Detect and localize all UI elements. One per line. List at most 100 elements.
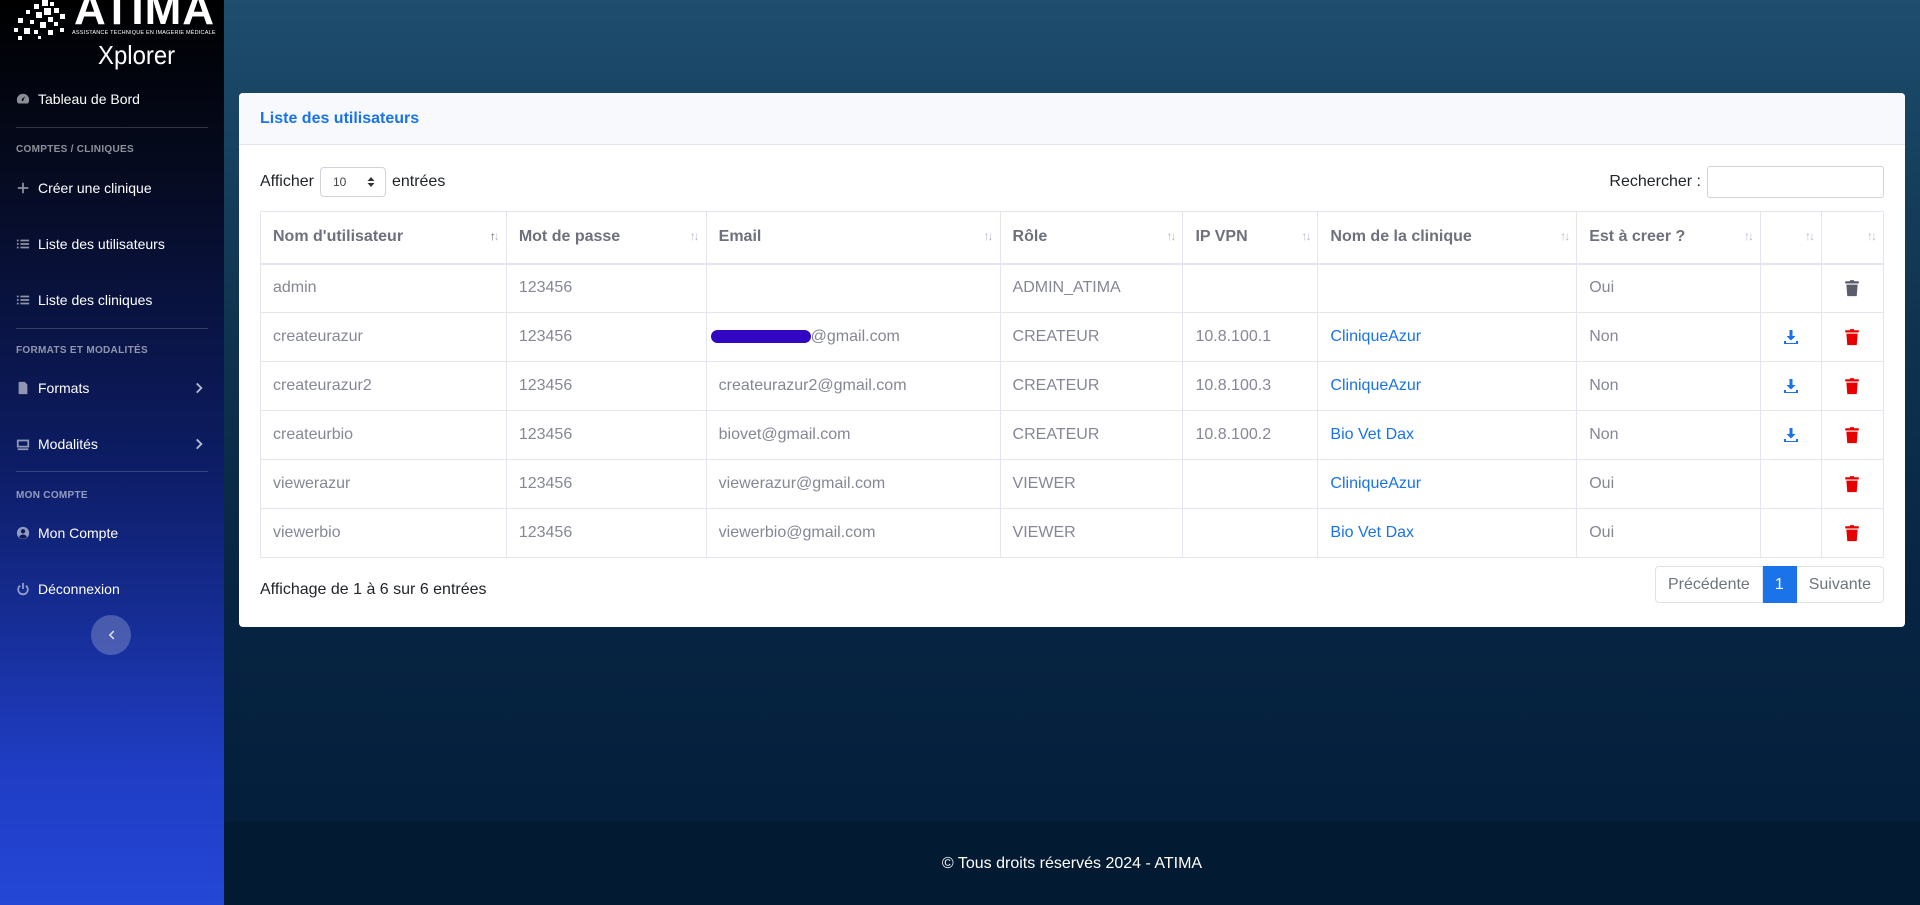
download-icon[interactable] <box>1783 426 1799 444</box>
list-icon <box>16 295 30 305</box>
brand-product: Xplorer <box>98 40 176 70</box>
cell-clinic[interactable]: CliniqueAzur <box>1317 312 1578 362</box>
list-icon <box>16 239 30 249</box>
cell-ip <box>1182 263 1319 313</box>
trash-icon[interactable] <box>1844 279 1860 297</box>
entries-label: entrées <box>391 173 446 190</box>
cell-username: createurbio <box>260 410 507 460</box>
cell-delete <box>1820 410 1885 460</box>
trash-icon[interactable] <box>1844 426 1860 444</box>
cell-to-create: Oui <box>1576 459 1762 509</box>
cell-username: createurazur <box>260 312 507 362</box>
cell-clinic[interactable]: Bio Vet Dax <box>1317 410 1578 460</box>
cell-delete <box>1820 508 1885 558</box>
sort-icon: ↑↓ <box>1804 229 1815 243</box>
table-row: createurazur2 123456 createurazur2@gmail… <box>260 361 1885 411</box>
cell-clinic[interactable]: Bio Vet Dax <box>1317 508 1578 558</box>
cell-email: biovet@gmail.com <box>705 410 1001 460</box>
cell-ip <box>1182 508 1319 558</box>
cell-password: 123456 <box>505 263 707 313</box>
sidebar-item-dashboard[interactable]: Tableau de Bord <box>16 91 140 107</box>
column-header-clinic[interactable]: Nom de la clinique ↑↓ <box>1317 211 1578 265</box>
plus-icon <box>17 182 29 194</box>
sort-icon: ↑↓ <box>983 229 994 243</box>
sidebar-item-clinic-list[interactable]: Liste des cliniques <box>16 292 152 308</box>
cell-role: CREATEUR <box>999 312 1184 362</box>
sidebar-item-formats[interactable]: Formats <box>16 380 208 396</box>
cell-clinic[interactable]: CliniqueAzur <box>1317 361 1578 411</box>
search-input[interactable] <box>1707 166 1884 198</box>
table-row: createurazur 123456 @gmail.com CREATEUR … <box>260 312 1885 362</box>
page-length-control: Afficher 10 entrées <box>260 166 445 198</box>
sidebar-item-label: Mon Compte <box>38 525 119 541</box>
show-label: Afficher <box>260 173 314 190</box>
column-header-email[interactable]: Email ↑↓ <box>705 211 1001 265</box>
trash-icon[interactable] <box>1844 524 1860 542</box>
column-header-password[interactable]: Mot de passe ↑↓ <box>505 211 707 265</box>
brand-name: ATIMA <box>74 0 216 34</box>
pagination: Précédente 1 Suivante <box>1654 566 1884 603</box>
cell-email: viewerbio@gmail.com <box>705 508 1001 558</box>
column-header-username[interactable]: Nom d'utilisateur ↑↓ <box>260 211 507 265</box>
sidebar-divider <box>16 127 208 128</box>
table-row: admin 123456 ADMIN_ATIMA Oui <box>260 263 1885 313</box>
cell-delete <box>1820 361 1885 411</box>
download-icon[interactable] <box>1783 377 1799 395</box>
cell-password: 123456 <box>505 312 707 362</box>
cell-ip: 10.8.100.3 <box>1182 361 1319 411</box>
trash-icon[interactable] <box>1844 377 1860 395</box>
pagination-previous-button[interactable]: Précédente <box>1654 566 1763 603</box>
sort-icon: ↑↓ <box>1867 229 1877 243</box>
cell-ip: 10.8.100.2 <box>1182 410 1319 460</box>
cell-clinic[interactable]: CliniqueAzur <box>1317 459 1578 509</box>
column-header-ip-vpn[interactable]: IP VPN ↑↓ <box>1182 211 1319 265</box>
sidebar-heading-accounts: COMPTES / CLINIQUES <box>16 144 134 155</box>
chevron-left-icon <box>108 630 115 640</box>
tachometer-icon <box>16 93 30 104</box>
cell-username: admin <box>260 263 507 313</box>
sidebar-item-my-account[interactable]: Mon Compte <box>16 525 118 541</box>
sidebar-item-logout[interactable]: Déconnexion <box>16 581 120 597</box>
sidebar-item-create-clinic[interactable]: Créer une clinique <box>16 180 152 196</box>
cell-email: viewerazur@gmail.com <box>705 459 1001 509</box>
pagination-next-button[interactable]: Suivante <box>1796 566 1884 603</box>
search-label: Rechercher : <box>1609 173 1701 190</box>
sort-icon: ↑↓ <box>489 229 500 243</box>
sidebar-item-user-list[interactable]: Liste des utilisateurs <box>16 236 165 252</box>
sidebar-item-modalities[interactable]: Modalités <box>16 436 208 452</box>
table-info: Affichage de 1 à 6 sur 6 entrées <box>260 581 487 598</box>
pagination-page-1[interactable]: 1 <box>1762 566 1797 603</box>
brand-logo[interactable]: ATIMA ASSISTANCE TECHNIQUE EN IMAGERIE M… <box>0 0 224 70</box>
column-header-delete[interactable]: ↑↓ <box>1820 211 1885 265</box>
sidebar-item-label: Créer une clinique <box>38 180 152 196</box>
file-icon <box>18 381 28 395</box>
cell-password: 123456 <box>505 410 707 460</box>
card-header: Liste des utilisateurs <box>239 93 1905 145</box>
column-header-download[interactable]: ↑↓ <box>1760 211 1822 265</box>
cell-email: createurazur2@gmail.com <box>705 361 1001 411</box>
cell-delete <box>1820 459 1885 509</box>
sidebar: ATIMA ASSISTANCE TECHNIQUE EN IMAGERIE M… <box>0 0 224 905</box>
page-size-value: 10 <box>332 175 347 189</box>
cell-ip: 10.8.100.1 <box>1182 312 1319 362</box>
column-header-to-create[interactable]: Est à creer ? ↑↓ <box>1576 211 1762 265</box>
cell-download <box>1760 410 1822 460</box>
trash-icon[interactable] <box>1844 328 1860 346</box>
cell-delete <box>1820 263 1885 313</box>
page-size-select[interactable]: 10 <box>319 167 386 197</box>
sort-icon: ↑↓ <box>1301 229 1311 243</box>
trash-icon[interactable] <box>1844 475 1860 493</box>
sort-icon: ↑↓ <box>1744 229 1754 243</box>
column-header-role[interactable]: Rôle ↑↓ <box>999 211 1184 265</box>
table-controls: Afficher 10 entrées Rechercher : <box>260 166 1884 198</box>
pixel-logo-icon <box>14 0 65 40</box>
cell-clinic <box>1317 263 1578 313</box>
cell-to-create: Non <box>1576 361 1762 411</box>
sort-icon: ↑↓ <box>1560 229 1570 243</box>
sidebar-item-label: Déconnexion <box>38 581 120 597</box>
cell-download <box>1760 459 1822 509</box>
cell-role: CREATEUR <box>999 410 1184 460</box>
sidebar-heading-account: MON COMPTE <box>16 490 88 501</box>
sidebar-toggle-button[interactable] <box>91 615 131 655</box>
download-icon[interactable] <box>1783 328 1799 346</box>
